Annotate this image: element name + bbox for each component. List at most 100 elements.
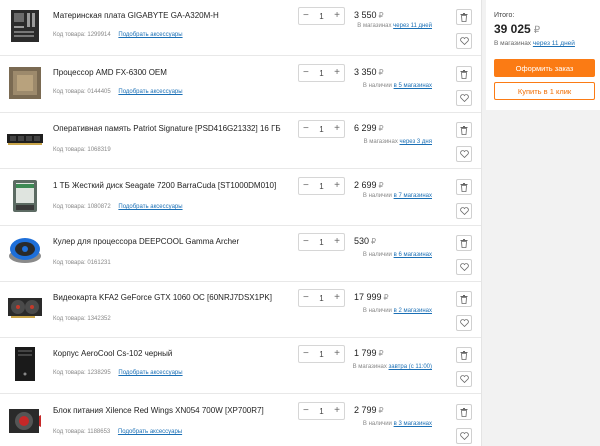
decrease-button[interactable]: − (303, 293, 309, 303)
decrease-button[interactable]: − (303, 349, 309, 359)
increase-button[interactable]: + (334, 11, 340, 21)
item-price: 1 799 ₽ (354, 348, 384, 358)
price-currency: ₽ (371, 237, 377, 246)
increase-button[interactable]: + (334, 293, 340, 303)
favorite-heart-icon[interactable] (456, 146, 472, 162)
item-price: 3 350 ₽ (354, 67, 384, 77)
quantity-stepper: − 1 + (298, 402, 345, 420)
favorite-heart-icon[interactable] (456, 371, 472, 387)
product-name[interactable]: Процессор AMD FX-6300 OEM (53, 67, 293, 78)
quantity-value[interactable]: 1 (319, 350, 323, 359)
availability: В наличии в 6 магазинах (363, 252, 432, 258)
delete-icon[interactable] (456, 291, 472, 307)
favorite-heart-icon[interactable] (456, 259, 472, 275)
availability-prefix: В наличии (362, 252, 392, 258)
motherboard-icon[interactable] (7, 8, 43, 44)
case-icon[interactable] (7, 346, 43, 382)
delete-icon[interactable] (456, 179, 472, 195)
increase-button[interactable]: + (334, 124, 340, 134)
delete-icon[interactable] (456, 235, 472, 251)
item-price: 2 799 ₽ (354, 405, 384, 415)
quantity-value[interactable]: 1 (319, 12, 323, 21)
accessories-link[interactable]: Подобрать аксессуары (118, 370, 182, 376)
quantity-value[interactable]: 1 (319, 407, 323, 416)
cpu-icon[interactable] (7, 65, 43, 101)
favorite-heart-icon[interactable] (456, 315, 472, 331)
availability-link[interactable]: через 3 дня (400, 139, 433, 145)
favorite-heart-icon[interactable] (456, 33, 472, 49)
accessories-link[interactable]: Подобрать аксессуары (118, 429, 182, 435)
accessories-link[interactable]: Подобрать аксессуары (118, 89, 182, 95)
total-avail-link[interactable]: через 11 дней (533, 40, 575, 47)
availability-prefix: В магазинах (363, 139, 398, 145)
psu-icon[interactable] (7, 403, 43, 439)
decrease-button[interactable]: − (303, 124, 309, 134)
increase-button[interactable]: + (334, 181, 340, 191)
cart-item-row: 1 ТБ Жесткий диск Seagate 7200 BarraCuda… (0, 170, 481, 226)
cart-item-row: Корпус AeroCool Cs-102 черный Код товара… (0, 338, 481, 394)
quantity-stepper: − 1 + (298, 7, 345, 25)
delete-icon[interactable] (456, 9, 472, 25)
total-avail-prefix: В магазинах (494, 40, 532, 47)
quantity-value[interactable]: 1 (319, 294, 323, 303)
product-name[interactable]: Оперативная память Patriot Signature [PS… (53, 123, 293, 134)
decrease-button[interactable]: − (303, 68, 309, 78)
availability-prefix: В магазинах (352, 364, 387, 370)
price-currency: ₽ (378, 68, 384, 77)
favorite-heart-icon[interactable] (456, 428, 472, 444)
decrease-button[interactable]: − (303, 406, 309, 416)
availability-prefix: В наличии (362, 193, 392, 199)
product-name[interactable]: Материнская плата GIGABYTE GA-A320M-H (53, 10, 293, 21)
product-name[interactable]: Корпус AeroCool Cs-102 черный (53, 348, 293, 359)
accessories-link[interactable]: Подобрать аксессуары (118, 204, 182, 210)
cooler-icon[interactable] (7, 234, 43, 270)
availability-link[interactable]: через 11 дней (393, 23, 432, 29)
delete-icon[interactable] (456, 122, 472, 138)
increase-button[interactable]: + (334, 68, 340, 78)
delete-icon[interactable] (456, 347, 472, 363)
product-name[interactable]: Кулер для процессора DEEPCOOL Gamma Arch… (53, 236, 293, 247)
quantity-value[interactable]: 1 (319, 125, 323, 134)
quantity-stepper: − 1 + (298, 64, 345, 82)
decrease-button[interactable]: − (303, 11, 309, 21)
availability-link[interactable]: в 5 магазинах (394, 83, 432, 89)
delete-icon[interactable] (456, 66, 472, 82)
increase-button[interactable]: + (334, 406, 340, 416)
quantity-value[interactable]: 1 (319, 69, 323, 78)
availability: В магазинах через 11 дней (357, 23, 432, 29)
gpu-icon[interactable] (7, 290, 43, 326)
product-name[interactable]: Видеокарта KFA2 GeForce GTX 1060 OC [60N… (53, 292, 293, 303)
favorite-heart-icon[interactable] (456, 90, 472, 106)
price-currency: ₽ (378, 181, 384, 190)
quantity-value[interactable]: 1 (319, 238, 323, 247)
availability-prefix: В магазинах (357, 23, 392, 29)
product-name[interactable]: Блок питания Xilence Red Wings XN054 700… (53, 405, 293, 416)
ram-icon[interactable] (7, 121, 43, 157)
availability-link[interactable]: завтра (с 11:00) (389, 364, 432, 370)
availability: В наличии в 7 магазинах (363, 193, 432, 199)
quantity-stepper: − 1 + (298, 177, 345, 195)
product-code-line: Код товара: 1068319 (53, 147, 117, 153)
decrease-button[interactable]: − (303, 181, 309, 191)
product-name[interactable]: 1 ТБ Жесткий диск Seagate 7200 BarraCuda… (53, 180, 293, 191)
decrease-button[interactable]: − (303, 237, 309, 247)
availability-link[interactable]: в 2 магазинах (394, 308, 432, 314)
price-currency: ₽ (378, 11, 384, 20)
availability-link[interactable]: в 7 магазинах (394, 193, 432, 199)
checkout-button[interactable]: Оформить заказ (494, 59, 595, 77)
cart-item-row: Блок питания Xilence Red Wings XN054 700… (0, 395, 481, 446)
availability-link[interactable]: в 6 магазинах (394, 252, 432, 258)
product-code-line: Код товара: 1299914 Подобрать аксессуары (53, 32, 183, 38)
increase-button[interactable]: + (334, 237, 340, 247)
cart-list: Материнская плата GIGABYTE GA-A320M-H Ко… (0, 0, 482, 446)
item-price: 2 699 ₽ (354, 180, 384, 190)
accessories-link[interactable]: Подобрать аксессуары (118, 32, 182, 38)
quantity-value[interactable]: 1 (319, 182, 323, 191)
availability-link[interactable]: в 3 магазинах (394, 421, 432, 427)
one-click-buy-button[interactable]: Купить в 1 клик (494, 82, 595, 100)
delete-icon[interactable] (456, 404, 472, 420)
product-code: Код товара: 1342352 (53, 316, 111, 322)
increase-button[interactable]: + (334, 349, 340, 359)
hdd-icon[interactable] (7, 178, 43, 214)
favorite-heart-icon[interactable] (456, 203, 472, 219)
